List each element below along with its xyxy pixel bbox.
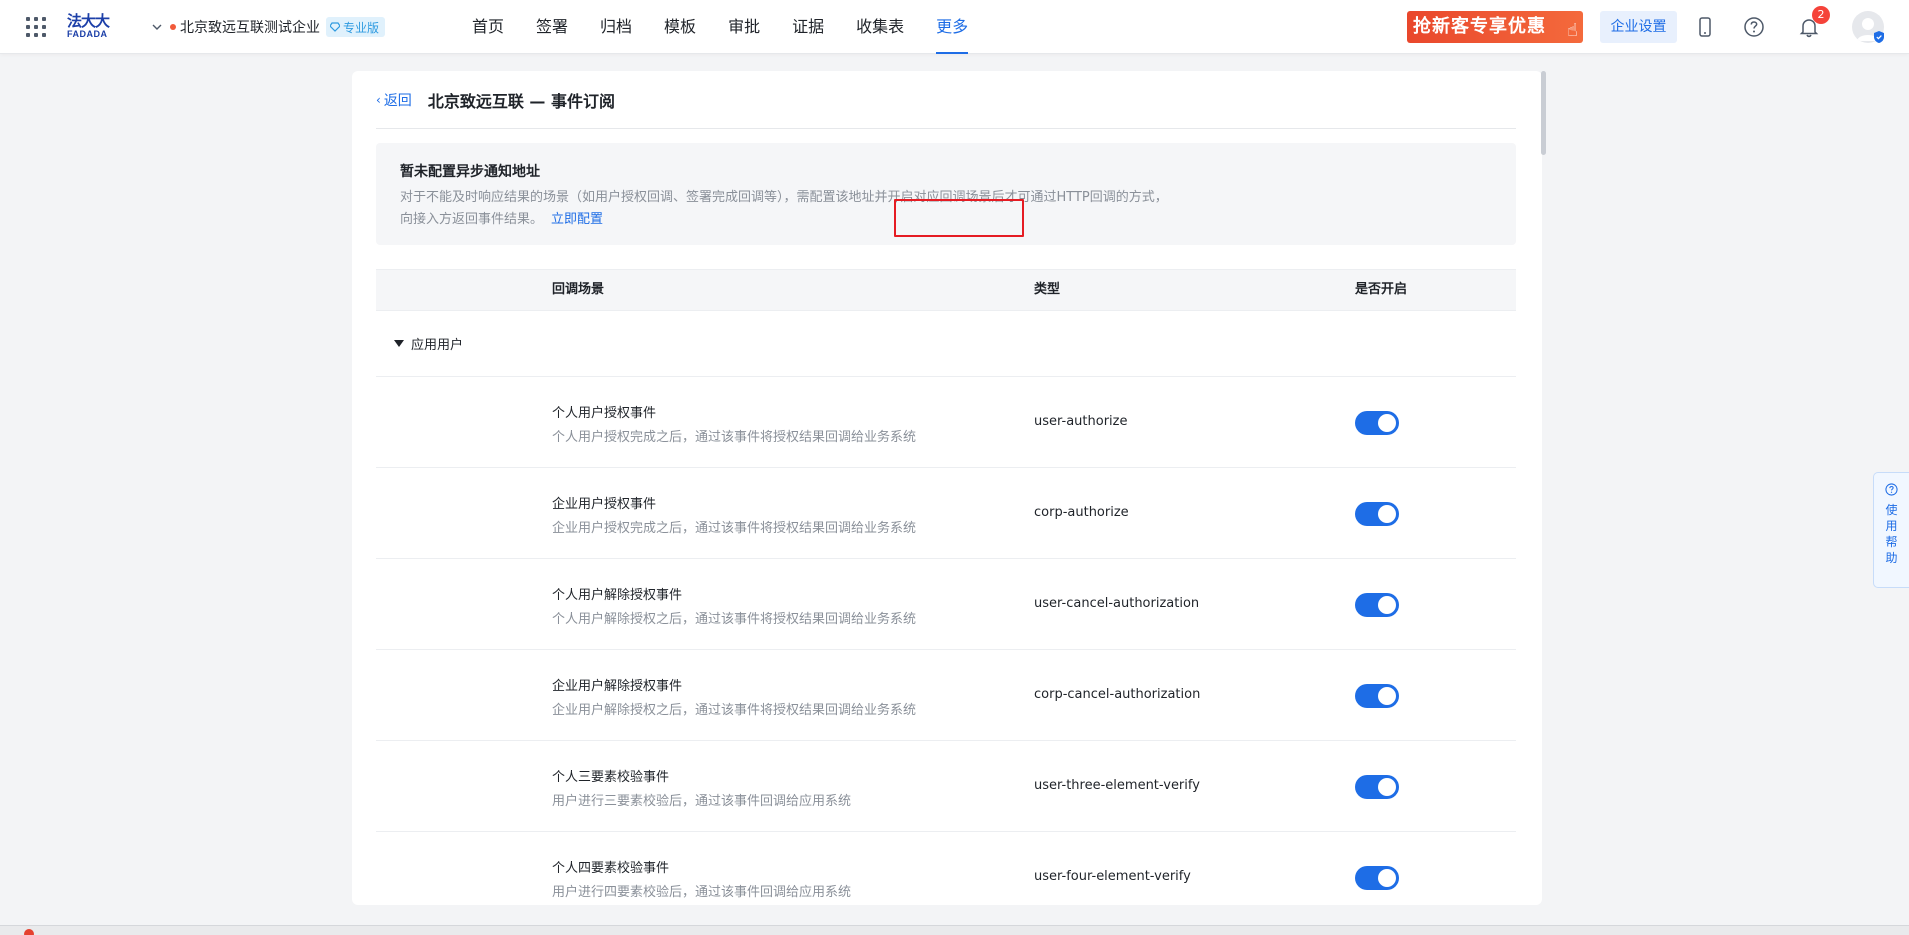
enable-toggle[interactable]: [1355, 411, 1399, 435]
org-switcher[interactable]: 北京致远互联测试企业 专业版: [152, 15, 386, 39]
event-description: 个人用户授权完成之后，通过该事件将授权结果回调给业务系统: [552, 430, 917, 445]
enable-toggle[interactable]: [1355, 502, 1399, 526]
fadada-logo[interactable]: 法大大 FADADA: [67, 13, 117, 41]
toggle-knob: [1378, 505, 1396, 523]
event-description: 用户进行四要素校验后，通过该事件回调给应用系统: [552, 885, 852, 900]
notice-description: 对于不能及时响应结果的场景（如用户授权回调、签署完成回调等），需配置该地址并开启…: [400, 187, 1280, 231]
nav-template[interactable]: 模板: [664, 0, 696, 54]
promo-label: 抢新客专享优惠: [1413, 16, 1546, 37]
nav-approval[interactable]: 审批: [728, 0, 760, 54]
event-title: 个人四要素校验事件: [552, 861, 670, 876]
notice-desc-line2: 向接入方返回事件结果。: [400, 212, 544, 227]
column-header-scene: 回调场景: [552, 282, 605, 297]
callback-notice: 暂未配置异步通知地址 对于不能及时响应结果的场景（如用户授权回调、签署完成回调等…: [376, 143, 1516, 245]
bottom-taskbar-strip: [0, 925, 1909, 935]
table-header: 回调场景 类型 是否开启: [376, 269, 1516, 311]
pointing-hand-icon: ☝: [1567, 20, 1579, 41]
nav-archive[interactable]: 归档: [600, 0, 632, 54]
page-header: ‹ 返回 北京致远互联 — 事件订阅: [376, 71, 1516, 129]
table-row: 企业用户解除授权事件 企业用户解除授权之后，通过该事件将授权结果回调给业务系统 …: [376, 650, 1516, 741]
verified-shield-icon: [1874, 31, 1884, 43]
table-row: 个人四要素校验事件 用户进行四要素校验后，通过该事件回调给应用系统 user-f…: [376, 832, 1516, 905]
group-label: 应用用户: [411, 338, 464, 353]
org-status-dot: [170, 24, 176, 30]
toggle-knob: [1378, 778, 1396, 796]
event-title: 个人用户解除授权事件: [552, 588, 683, 603]
help-side-tab[interactable]: 使用帮助: [1873, 472, 1909, 588]
nav-more[interactable]: 更多: [936, 0, 969, 54]
event-type: user-authorize: [1034, 414, 1128, 429]
toggle-knob: [1378, 414, 1396, 432]
chevron-down-icon: [152, 24, 162, 30]
event-type: user-four-element-verify: [1034, 869, 1191, 884]
logo-text-cn: 法大大: [67, 12, 110, 30]
enable-toggle[interactable]: [1355, 775, 1399, 799]
event-description: 企业用户授权完成之后，通过该事件将授权结果回调给业务系统: [552, 521, 917, 536]
enable-toggle[interactable]: [1355, 593, 1399, 617]
notice-title: 暂未配置异步通知地址: [400, 164, 540, 180]
enable-toggle[interactable]: [1355, 866, 1399, 890]
column-header-enabled: 是否开启: [1355, 282, 1408, 297]
org-name: 北京致远互联测试企业: [180, 20, 320, 36]
question-icon: [1885, 483, 1898, 496]
event-title: 个人用户授权事件: [552, 406, 657, 421]
event-description: 个人用户解除授权之后，通过该事件将授权结果回调给业务系统: [552, 612, 917, 627]
diamond-icon: [330, 22, 340, 32]
status-dot-icon: [24, 929, 34, 935]
event-type: corp-authorize: [1034, 505, 1129, 520]
notice-desc-line1: 对于不能及时响应结果的场景（如用户授权回调、签署完成回调等），需配置该地址并开启…: [400, 190, 1168, 205]
page-title: 北京致远互联 — 事件订阅: [427, 91, 615, 111]
main-nav: 首页 签署 归档 模板 审批 证据 收集表 更多: [472, 0, 1000, 54]
enable-toggle[interactable]: [1355, 684, 1399, 708]
logo-text-en: FADADA: [67, 29, 108, 39]
event-title: 企业用户解除授权事件: [552, 679, 683, 694]
table-row: 个人用户解除授权事件 个人用户解除授权之后，通过该事件将授权结果回调给业务系统 …: [376, 559, 1516, 650]
event-description: 用户进行三要素校验后，通过该事件回调给应用系统: [552, 794, 852, 809]
app-grid-icon[interactable]: [26, 17, 46, 37]
plan-badge: 专业版: [326, 17, 386, 37]
notification-count-badge: 2: [1812, 6, 1830, 24]
nav-sign[interactable]: 签署: [536, 0, 568, 54]
table-row: 个人三要素校验事件 用户进行三要素校验后，通过该事件回调给应用系统 user-t…: [376, 741, 1516, 832]
help-label: 使用帮助: [1885, 503, 1898, 565]
table-row: 企业用户授权事件 企业用户授权完成之后，通过该事件将授权结果回调给业务系统 co…: [376, 468, 1516, 559]
panel-scrollbar[interactable]: [1541, 71, 1546, 155]
event-title: 个人三要素校验事件: [552, 770, 670, 785]
nav-evidence[interactable]: 证据: [792, 0, 824, 54]
help-circle-icon[interactable]: [1743, 16, 1765, 38]
plan-badge-label: 专业版: [343, 20, 380, 35]
back-link[interactable]: ‹ 返回: [376, 90, 412, 110]
event-subscription-panel: ‹ 返回 北京致远互联 — 事件订阅 暂未配置异步通知地址 对于不能及时响应结果…: [352, 71, 1542, 905]
event-description: 企业用户解除授权之后，通过该事件将授权结果回调给业务系统: [552, 703, 917, 718]
toggle-knob: [1378, 869, 1396, 887]
group-row-app-users[interactable]: 应用用户: [376, 311, 1516, 377]
configure-now-link[interactable]: 立即配置: [551, 212, 603, 227]
top-navigation-bar: 法大大 FADADA 北京致远互联测试企业 专业版 首页 签署 归档 模板 审批…: [0, 0, 1909, 54]
nav-home[interactable]: 首页: [472, 0, 504, 54]
column-header-type: 类型: [1034, 282, 1061, 297]
event-type: corp-cancel-authorization: [1034, 687, 1201, 702]
event-title: 企业用户授权事件: [552, 497, 657, 512]
toggle-knob: [1378, 596, 1396, 614]
event-type: user-cancel-authorization: [1034, 596, 1200, 611]
event-type: user-three-element-verify: [1034, 778, 1200, 793]
mobile-icon[interactable]: [1694, 16, 1716, 38]
toggle-knob: [1378, 687, 1396, 705]
corp-settings-button[interactable]: 企业设置: [1600, 11, 1677, 43]
table-row: 个人用户授权事件 个人用户授权完成之后，通过该事件将授权结果回调给业务系统 us…: [376, 377, 1516, 468]
promo-banner[interactable]: 抢新客专享优惠 ☝: [1407, 11, 1583, 43]
chevron-left-icon: ‹: [376, 92, 381, 107]
back-label: 返回: [383, 92, 412, 109]
caret-down-icon: [394, 340, 404, 347]
nav-forms[interactable]: 收集表: [856, 0, 904, 54]
